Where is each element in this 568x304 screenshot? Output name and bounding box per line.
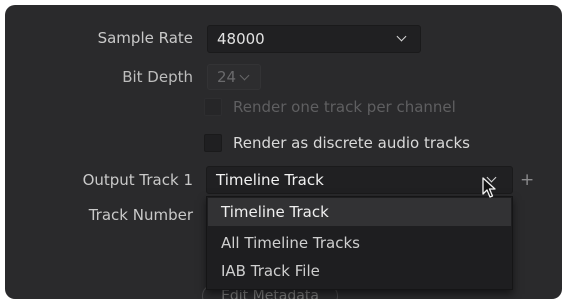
output-track-dropdown: Timeline Track All Timeline Tracks IAB T… bbox=[206, 196, 513, 290]
mouse-cursor-icon bbox=[482, 177, 496, 203]
sample-rate-select[interactable]: 48000 bbox=[207, 25, 421, 53]
sample-rate-value: 48000 bbox=[217, 30, 265, 48]
render-discrete-checkbox[interactable] bbox=[204, 134, 222, 152]
dropdown-option-iab-track-file[interactable]: IAB Track File bbox=[208, 257, 511, 285]
bit-depth-select[interactable]: 24 bbox=[207, 64, 261, 90]
render-discrete-label: Render as discrete audio tracks bbox=[233, 134, 470, 152]
render-audio-settings-panel: Sample Rate 48000 Bit Depth 24 Render on… bbox=[5, 5, 562, 299]
output-track-select[interactable]: Timeline Track bbox=[206, 166, 513, 194]
chevron-down-icon bbox=[396, 31, 407, 42]
add-output-track-icon[interactable]: + bbox=[520, 170, 534, 190]
track-number-label: Track Number bbox=[88, 206, 193, 224]
dropdown-option-all-timeline-tracks[interactable]: All Timeline Tracks bbox=[208, 229, 511, 257]
render-one-track-checkbox[interactable] bbox=[204, 98, 222, 116]
output-track-label: Output Track 1 bbox=[82, 171, 193, 189]
output-track-value: Timeline Track bbox=[216, 171, 324, 189]
bit-depth-value: 24 bbox=[217, 68, 237, 86]
chevron-down-icon bbox=[239, 70, 250, 81]
dropdown-option-timeline-track[interactable]: Timeline Track bbox=[208, 198, 511, 226]
render-one-track-label: Render one track per channel bbox=[233, 98, 456, 116]
sample-rate-label: Sample Rate bbox=[97, 29, 193, 47]
bit-depth-label: Bit Depth bbox=[122, 68, 193, 86]
